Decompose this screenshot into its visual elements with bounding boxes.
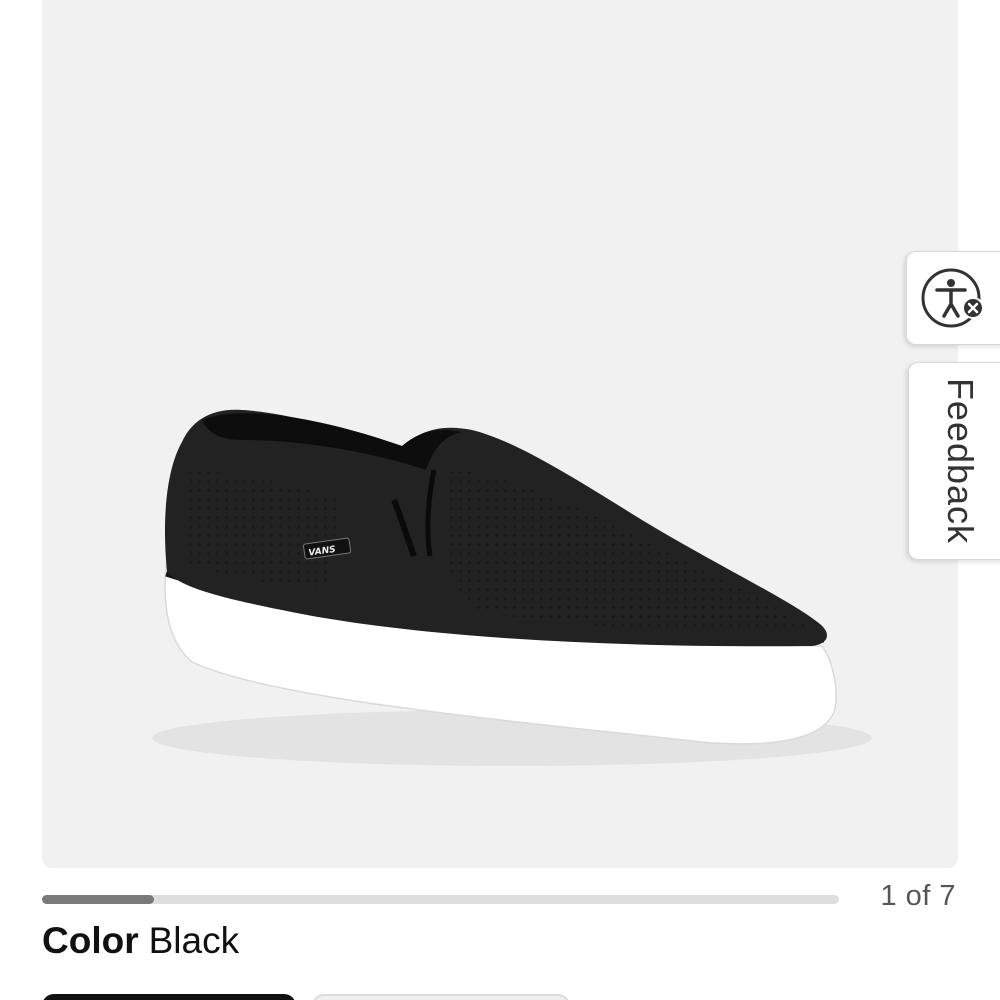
color-label: Color bbox=[42, 920, 139, 961]
color-swatch-alt[interactable] bbox=[312, 994, 570, 1000]
product-page: VANS 1 of 7 Color Black Feedback bbox=[0, 0, 1000, 1000]
image-counter: 1 of 7 bbox=[880, 880, 956, 912]
product-image[interactable]: VANS bbox=[42, 0, 958, 868]
color-swatch-black[interactable] bbox=[42, 994, 296, 1000]
shoe-image: VANS bbox=[152, 409, 872, 766]
gallery-progress-fill bbox=[42, 895, 154, 904]
feedback-label: Feedback bbox=[940, 377, 981, 545]
accessibility-icon bbox=[921, 268, 984, 328]
color-value: Black bbox=[148, 920, 240, 961]
gallery-progress-bar bbox=[42, 895, 839, 904]
color-row: Color Black bbox=[42, 920, 239, 962]
feedback-tab[interactable]: Feedback bbox=[908, 362, 1000, 560]
accessibility-button[interactable] bbox=[906, 251, 1000, 345]
